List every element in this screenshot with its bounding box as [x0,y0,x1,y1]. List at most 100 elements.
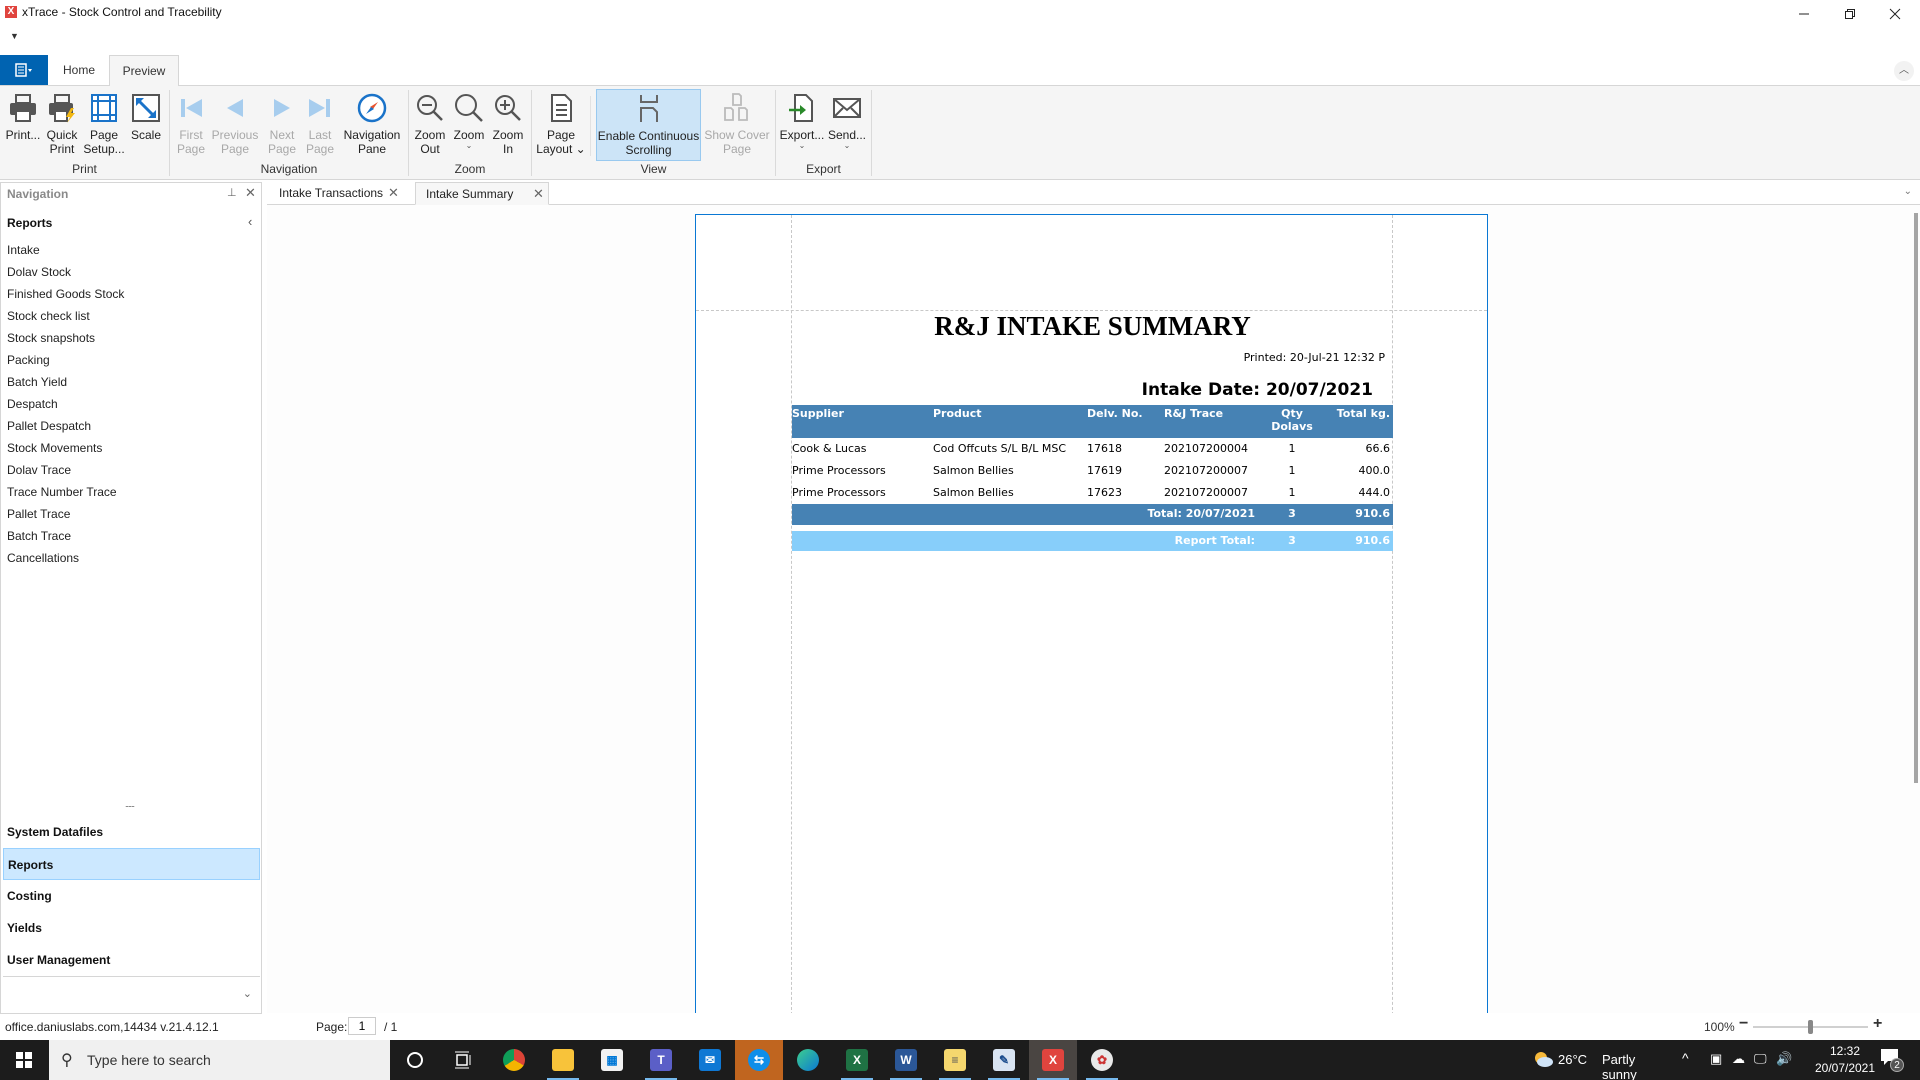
nav-item-dolav-stock[interactable]: Dolav Stock [7,261,257,283]
quick-print-button[interactable]: Quick Print [44,89,80,161]
application-menu-button[interactable] [0,55,48,85]
cover-page-label-1: Show Cover [704,128,770,142]
zoom-label: Zoom [453,128,485,142]
scale-button[interactable]: Scale [128,89,164,161]
navigation-pane-button[interactable]: Navigation Pane [340,89,404,161]
close-tab-icon[interactable]: ✕ [533,183,544,205]
restore-icon [1845,9,1855,19]
restore-button[interactable] [1827,0,1873,28]
volume-icon[interactable]: 🔊 [1776,1051,1792,1067]
nav-item-pallet-trace[interactable]: Pallet Trace [7,503,257,525]
page-layout-button[interactable]: Page Layout ⌄ [536,89,586,161]
cortana-button[interactable] [391,1040,439,1080]
minimize-button[interactable] [1781,0,1827,28]
nav-item-stock-snapshots[interactable]: Stock snapshots [7,327,257,349]
store-icon: ▦ [601,1049,623,1071]
zoom-out-label-1: Zoom [414,128,446,142]
close-tab-icon[interactable]: ✕ [388,182,399,204]
show-cover-page-button[interactable]: Show Cover Page [703,89,771,161]
tab-intake-summary[interactable]: Intake Summary ✕ [415,182,549,205]
nav-item-packing[interactable]: Packing [7,349,257,371]
close-icon[interactable]: ✕ [245,185,256,201]
previous-page-button[interactable]: Previous Page [211,89,259,161]
cell-product: Cod Offcuts S/L B/L MSC [933,442,1067,455]
nav-item-batch-yield[interactable]: Batch Yield [7,371,257,393]
action-center-button[interactable]: 2 [1880,1048,1906,1072]
taskbar-app-mail[interactable]: ✉ [686,1040,734,1080]
chevron-down-icon[interactable]: ⌄ [243,987,252,1000]
quick-access-dropdown[interactable]: ▼ [10,31,22,43]
partly-sunny-icon[interactable] [1532,1050,1554,1068]
taskbar-app-store[interactable]: ▦ [588,1040,636,1080]
export-button[interactable]: Export... ⌄ [780,89,824,161]
tab-intake-transactions[interactable]: Intake Transactions ✕ [269,182,401,205]
nav-item-intake[interactable]: Intake [7,239,257,261]
page-setup-button[interactable]: Page Setup... [83,89,125,161]
nav-item-cancellations[interactable]: Cancellations [7,547,257,569]
ribbon-tab-preview[interactable]: Preview [109,55,179,87]
nav-item-stock-check-list[interactable]: Stock check list [7,305,257,327]
page-number-input[interactable] [348,1017,376,1035]
chevron-left-icon[interactable]: ‹ [248,214,252,229]
show-hidden-icons-chevron[interactable]: ^ [1682,1050,1689,1066]
zoom-in-button[interactable]: Zoom In [490,89,526,161]
nav-item-trace-number-trace[interactable]: Trace Number Trace [7,481,257,503]
taskbar-app-excel[interactable]: X [833,1040,881,1080]
nav-item-finished-goods-stock[interactable]: Finished Goods Stock [7,283,257,305]
task-view-button[interactable] [439,1040,487,1080]
nav-group-reports[interactable]: Reports [3,848,260,880]
weather-temperature[interactable]: 26°C [1558,1052,1587,1067]
start-button[interactable] [0,1040,48,1080]
cell-qty: 1 [1288,486,1296,499]
meet-now-icon[interactable]: ▣ [1710,1051,1722,1067]
close-window-button[interactable] [1872,0,1918,28]
next-page-button[interactable]: Next Page [263,89,301,161]
clock-time[interactable]: 12:32 [1810,1044,1880,1058]
enable-continuous-scrolling-button[interactable]: Enable Continuous Scrolling [596,89,701,161]
nav-group-system-datafiles[interactable]: System Datafiles [3,816,260,848]
taskbar-app-teams[interactable]: T [637,1040,685,1080]
zoom-in-icon[interactable]: + [1873,1015,1882,1033]
taskbar-app-teamviewer[interactable]: ⇆ [735,1040,783,1080]
taskbar-app-xtrace[interactable]: X [1029,1040,1077,1080]
taskbar-app-word[interactable]: W [882,1040,930,1080]
splitter-grip[interactable]: ...... [125,799,135,809]
nav-item-despatch[interactable]: Despatch [7,393,257,415]
taskbar-app-chrome[interactable] [490,1040,538,1080]
first-page-button[interactable]: First Page [172,89,210,161]
zoom-slider[interactable] [1753,1020,1868,1034]
send-mail-icon [833,98,861,118]
nav-item-stock-movements[interactable]: Stock Movements [7,437,257,459]
send-button[interactable]: Send... ⌄ [826,89,868,161]
zoom-dropdown-button[interactable]: Zoom ⌄ [451,89,487,161]
nav-item-batch-trace[interactable]: Batch Trace [7,525,257,547]
clock-date[interactable]: 20/07/2021 [1810,1061,1880,1075]
taskbar-app-snipping[interactable]: ✎ [980,1040,1028,1080]
network-icon[interactable]: 🖵 [1754,1051,1767,1067]
tab-list-dropdown-icon[interactable]: ⌄ [1904,186,1912,197]
onedrive-cloud-icon[interactable]: ☁ [1732,1051,1745,1067]
print-button[interactable]: Print... [4,89,42,161]
pin-icon[interactable]: ⊥ [227,186,237,199]
last-page-button[interactable]: Last Page [302,89,338,161]
zoom-slider-thumb[interactable] [1808,1020,1813,1034]
weather-condition[interactable]: Partly sunny [1602,1052,1637,1080]
collapse-ribbon-button[interactable]: ︿ [1894,61,1914,81]
nav-item-pallet-despatch[interactable]: Pallet Despatch [7,415,257,437]
taskbar-app-notepad[interactable]: ≡ [931,1040,979,1080]
taskbar-app-paint[interactable]: ✿ [1078,1040,1126,1080]
cell-total-kg: 400.0 [1358,464,1391,477]
taskbar-search-box[interactable]: ⚲ Type here to search [49,1040,390,1080]
vertical-scrollbar[interactable] [1914,213,1918,783]
nav-item-dolav-trace[interactable]: Dolav Trace [7,459,257,481]
snipping-tool-icon: ✎ [993,1049,1015,1071]
zoom-out-button[interactable]: Zoom Out [412,89,448,161]
ribbon-tab-home[interactable]: Home [50,55,108,86]
nav-group-yields[interactable]: Yields [3,912,260,944]
table-header: Supplier Product Delv. No. R&J Trace Qty… [792,405,1393,438]
nav-group-costing[interactable]: Costing [3,880,260,912]
taskbar-app-file-explorer[interactable] [539,1040,587,1080]
nav-group-user-management[interactable]: User Management [3,944,260,976]
zoom-out-icon[interactable]: − [1739,1015,1748,1033]
taskbar-app-edge[interactable] [784,1040,832,1080]
